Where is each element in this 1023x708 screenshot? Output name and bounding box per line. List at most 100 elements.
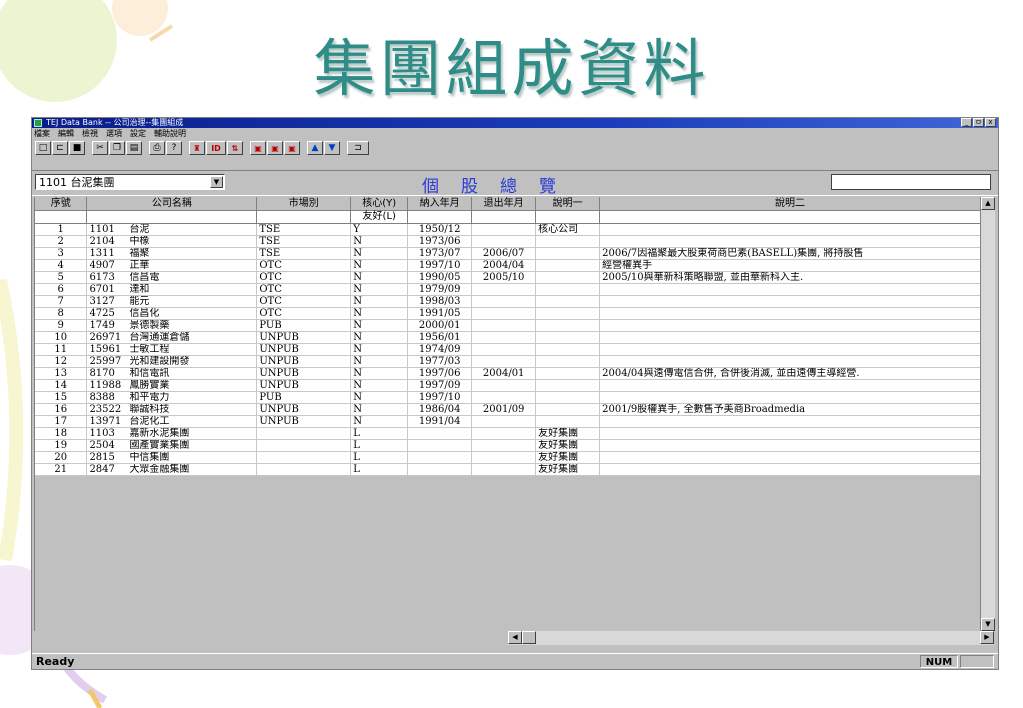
cell-no: 5	[35, 271, 88, 284]
table-row[interactable]: 15 8388 和平電力 PUB N 1997/10	[35, 391, 981, 404]
cell-market: UNPUB	[256, 415, 352, 428]
scroll-right-icon[interactable]: ▶	[980, 631, 994, 644]
table-row[interactable]: 21 2847 大眾金融集團 L 友好集團	[35, 463, 981, 476]
header-desc2[interactable]: 說明二	[599, 197, 981, 211]
menu-settings[interactable]: 設定	[130, 128, 146, 139]
header-core[interactable]: 核心(Y)	[350, 197, 409, 211]
header-desc1[interactable]: 說明一	[535, 197, 601, 211]
minimize-button[interactable]: _	[961, 118, 972, 127]
cell-join: 1991/05	[407, 307, 473, 320]
open-icon[interactable]: ⊏	[52, 141, 68, 155]
help-icon[interactable]: ?	[166, 141, 182, 155]
table-row[interactable]: 3 1311 福聚 TSE N 1973/07 2006/07 2006/7因福聚最大股東荷商…	[35, 247, 981, 260]
cell-company-name: 台泥化工	[129, 416, 170, 427]
cell-desc1	[535, 391, 601, 404]
search-input[interactable]	[831, 174, 991, 190]
chevron-down-icon[interactable]: ▼	[210, 176, 223, 188]
cell-exit	[471, 319, 537, 332]
cell-market: OTC	[256, 283, 352, 296]
cell-desc1: 核心公司	[535, 223, 601, 236]
table-row[interactable]: 16 23522 聯誠科技 UNPUB N 1986/04 2001/09 2001/9股權異…	[35, 403, 981, 416]
table-row[interactable]: 11 15961 士敏工程 UNPUB N 1974/09	[35, 343, 981, 356]
export2-icon[interactable]: ▣	[267, 141, 283, 155]
menu-file[interactable]: 檔案	[34, 128, 50, 139]
menu-edit[interactable]: 編輯	[58, 128, 74, 139]
company-select[interactable]: 1101 台泥集團 ▼	[35, 174, 225, 190]
export1-icon[interactable]: ▣	[250, 141, 266, 155]
header-market[interactable]: 市場別	[256, 197, 352, 211]
table-row[interactable]: 20 2815 中信集團 L 友好集團	[35, 451, 981, 464]
app-window: TEJ Data Bank -- 公司治理--集團組成 _ ㅁ x 檔案 編輯 …	[31, 117, 999, 670]
table-row[interactable]: 8 4725 信昌化 OTC N 1991/05	[35, 307, 981, 320]
cell-name: 1749 景德製藥	[86, 319, 258, 332]
close-button[interactable]: x	[985, 118, 996, 127]
table-row[interactable]: 12 25997 光和建設開發 UNPUB N 1977/03	[35, 355, 981, 368]
cell-code: 23522	[89, 404, 122, 415]
header-no[interactable]: 序號	[35, 197, 88, 211]
tej-icon[interactable]: ♜	[189, 141, 205, 155]
copy-icon[interactable]: ❐	[109, 141, 125, 155]
up-arrow-icon[interactable]: ▲	[307, 141, 323, 155]
menu-view[interactable]: 檢視	[82, 128, 98, 139]
scroll-down-icon[interactable]: ▼	[981, 618, 995, 631]
cell-exit	[471, 223, 537, 236]
cell-core: N	[350, 235, 409, 248]
table-row[interactable]: 19 2504 國產實業集團 L 友好集團	[35, 439, 981, 452]
exit-icon[interactable]: ⊐	[347, 141, 369, 155]
menu-options[interactable]: 選項	[106, 128, 122, 139]
table-row[interactable]: 6 6701 達和 OTC N 1979/09	[35, 283, 981, 296]
cell-join: 1990/05	[407, 271, 473, 284]
cell-core: L	[350, 439, 409, 452]
window-titlebar[interactable]: TEJ Data Bank -- 公司治理--集團組成 _ ㅁ x	[32, 118, 998, 128]
table-row[interactable]: 1 1101 台泥 TSE Y 1950/12 核心公司	[35, 223, 981, 236]
table-row[interactable]: 7 3127 能元 OTC N 1998/03	[35, 295, 981, 308]
cell-company-name: 和信電訊	[129, 368, 170, 379]
cell-name: 2815 中信集團	[86, 451, 258, 464]
cell-no: 16	[35, 403, 88, 416]
table-row[interactable]: 10 26971 台灣通運倉儲 UNPUB N 1956/01	[35, 331, 981, 344]
cell-desc2	[599, 439, 981, 452]
cell-no: 17	[35, 415, 88, 428]
cell-desc1	[535, 355, 601, 368]
header-exit[interactable]: 退出年月	[471, 197, 537, 211]
paste-icon[interactable]: ▤	[126, 141, 142, 155]
scroll-left-icon[interactable]: ◀	[508, 631, 522, 644]
id-icon[interactable]: ID	[206, 141, 226, 155]
table-row[interactable]: 9 1749 景德製藥 PUB N 2000/01	[35, 319, 981, 332]
cell-desc2	[599, 307, 981, 320]
table-row[interactable]: 2 2104 中橡 TSE N 1973/06	[35, 235, 981, 248]
vertical-scrollbar[interactable]: ▲ ▼	[980, 197, 995, 631]
table-row[interactable]: 18 1103 嘉新水泥集團 L 友好集團	[35, 427, 981, 440]
new-icon[interactable]: □	[35, 141, 51, 155]
cell-desc2	[599, 379, 981, 392]
sort-icon[interactable]: ⇅	[227, 141, 243, 155]
cell-core: N	[350, 367, 409, 380]
header-join[interactable]: 納入年月	[407, 197, 473, 211]
cell-desc1	[535, 259, 601, 272]
print-icon[interactable]: ⎙	[149, 141, 165, 155]
export3-icon[interactable]: ▣	[284, 141, 300, 155]
menu-help[interactable]: 輔助說明	[154, 128, 186, 139]
cell-exit	[471, 379, 537, 392]
table-row[interactable]: 14 11988 鳳勝實業 UNPUB N 1997/09	[35, 379, 981, 392]
cell-desc1	[535, 271, 601, 284]
cell-code: 11988	[89, 380, 122, 391]
maximize-button[interactable]: ㅁ	[973, 118, 984, 127]
save-icon[interactable]: ■	[69, 141, 85, 155]
header-name[interactable]: 公司名稱	[86, 197, 258, 211]
cell-market: PUB	[256, 319, 352, 332]
table-row[interactable]: 4 4907 正華 OTC N 1997/10 2004/04 經營權異手	[35, 259, 981, 272]
table-row[interactable]: 5 6173 信昌電 OTC N 1990/05 2005/10 2005/10與華新科策略聯…	[35, 271, 981, 284]
cell-name: 15961 士敏工程	[86, 343, 258, 356]
cell-desc2	[599, 343, 981, 356]
cell-core: N	[350, 391, 409, 404]
down-arrow-icon[interactable]: ▼	[324, 141, 340, 155]
horizontal-scrollbar[interactable]: ◀ ▶	[508, 631, 994, 645]
table-row[interactable]: 13 8170 和信電訊 UNPUB N 1997/06 2004/01 2004/04與遠傳…	[35, 367, 981, 380]
cell-no: 14	[35, 379, 88, 392]
scroll-up-icon[interactable]: ▲	[981, 197, 995, 210]
cut-icon[interactable]: ✂	[92, 141, 108, 155]
table-row[interactable]: 17 13971 台泥化工 UNPUB N 1991/04	[35, 415, 981, 428]
cell-join: 1973/07	[407, 247, 473, 260]
scroll-thumb[interactable]	[522, 631, 536, 644]
